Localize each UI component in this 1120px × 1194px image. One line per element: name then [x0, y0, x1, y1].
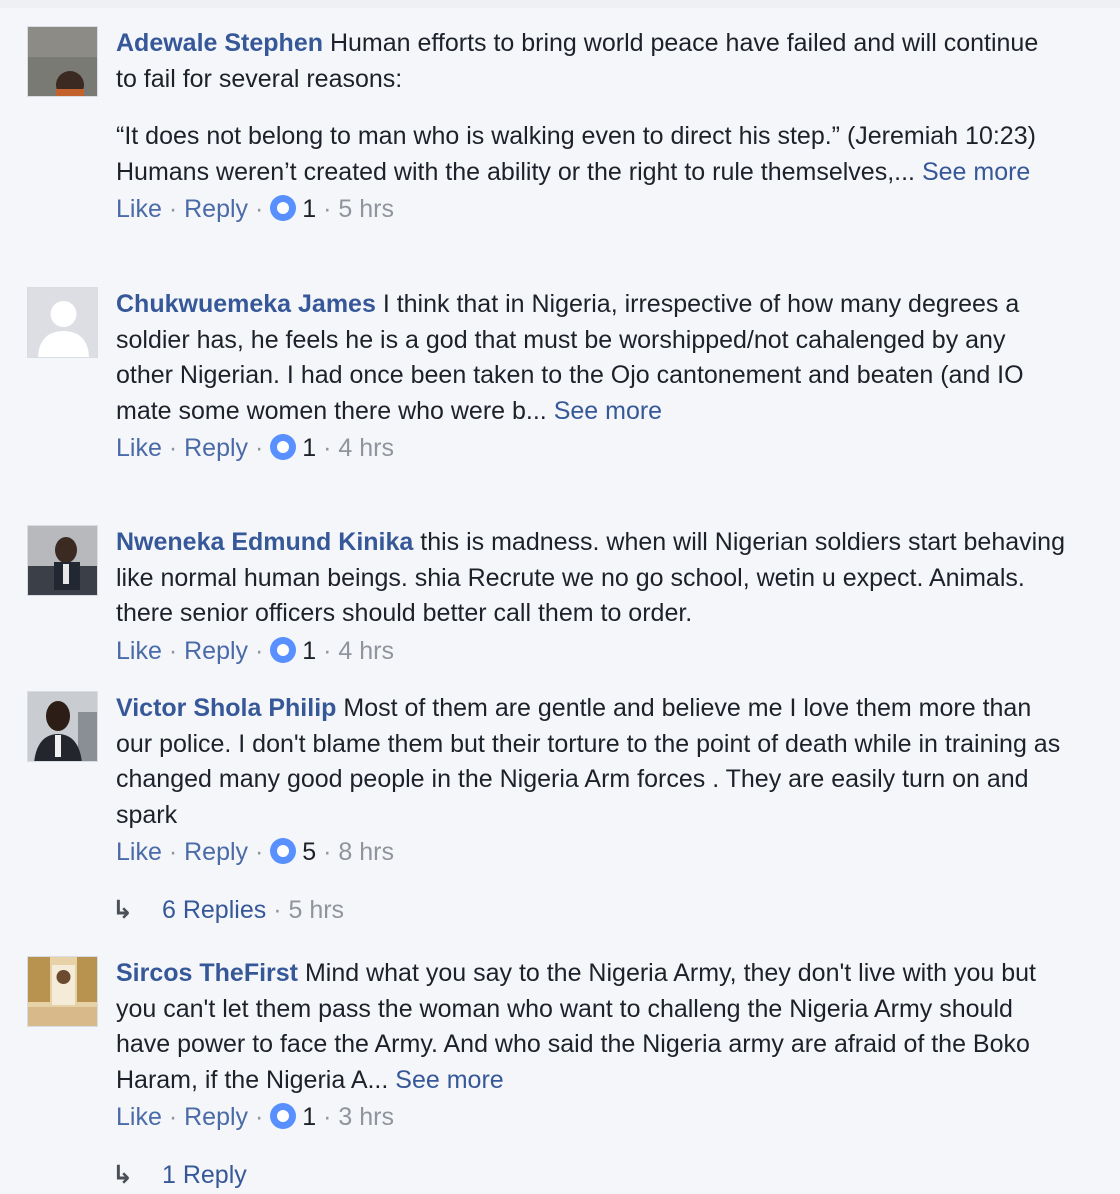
- separator: ·: [254, 195, 264, 224]
- reply-link[interactable]: Reply: [184, 637, 248, 665]
- like-link[interactable]: Like: [116, 1103, 162, 1131]
- like-reaction-icon[interactable]: [270, 636, 297, 663]
- separator: ·: [254, 636, 264, 665]
- comment-actions: Like · Reply · 1 · 3 hrs: [116, 1102, 1066, 1132]
- separator: ·: [168, 838, 178, 867]
- see-more-link[interactable]: See more: [554, 397, 662, 425]
- separator: ·: [323, 636, 332, 665]
- avatar[interactable]: [27, 956, 98, 1027]
- default-avatar-icon: [28, 288, 97, 357]
- reaction-count[interactable]: 1: [302, 434, 316, 462]
- comment-author[interactable]: Sircos TheFirst: [116, 959, 298, 987]
- comment-time[interactable]: 4 hrs: [338, 637, 394, 665]
- reply-link[interactable]: Reply: [184, 195, 248, 223]
- comment-author[interactable]: Chukwuemeka James: [116, 290, 376, 318]
- like-link[interactable]: Like: [116, 838, 162, 866]
- avatar[interactable]: [27, 287, 98, 358]
- comment-time[interactable]: 4 hrs: [338, 434, 394, 462]
- avatar-photo: [28, 27, 97, 96]
- separator: ·: [323, 838, 332, 867]
- like-link[interactable]: Like: [116, 195, 162, 223]
- separator: ·: [254, 838, 264, 867]
- like-reaction-icon[interactable]: [270, 1103, 297, 1130]
- reply-arrow-icon: ↳: [112, 896, 133, 924]
- comment-time[interactable]: 5 hrs: [338, 195, 394, 223]
- replies-time: 5 hrs: [288, 896, 345, 924]
- replies-count[interactable]: 1 Reply: [162, 1161, 247, 1189]
- reaction-count[interactable]: 5: [302, 838, 316, 866]
- separator: ·: [273, 896, 282, 924]
- comment-actions: Like · Reply · 5 · 8 hrs: [116, 837, 1066, 867]
- view-replies-link[interactable]: ↳ 1 Reply: [112, 1160, 247, 1190]
- reaction-count[interactable]: 1: [302, 637, 316, 665]
- like-reaction-icon[interactable]: [270, 434, 297, 461]
- comment-time[interactable]: 3 hrs: [338, 1103, 394, 1131]
- like-reaction-icon[interactable]: [270, 838, 297, 865]
- previous-content-edge: [0, 0, 1120, 8]
- comment-author[interactable]: Adewale Stephen: [116, 29, 323, 57]
- reply-arrow-icon: ↳: [112, 1161, 133, 1189]
- avatar-photo: [28, 957, 97, 1026]
- comment-text-continued: “It does not belong to man who is walkin…: [116, 122, 1036, 186]
- comment-author[interactable]: Victor Shola Philip: [116, 694, 336, 722]
- like-link[interactable]: Like: [116, 434, 162, 462]
- comment-actions: Like · Reply · 1 · 4 hrs: [116, 433, 1066, 463]
- separator: ·: [254, 434, 264, 463]
- comment-author[interactable]: Nweneka Edmund Kinika: [116, 528, 413, 556]
- reply-link[interactable]: Reply: [184, 838, 248, 866]
- separator: ·: [323, 434, 332, 463]
- separator: ·: [168, 1103, 178, 1132]
- avatar-photo: [28, 692, 97, 761]
- see-more-link[interactable]: See more: [922, 158, 1030, 186]
- avatar-photo: [28, 526, 97, 595]
- separator: ·: [323, 195, 332, 224]
- reaction-count[interactable]: 1: [302, 1103, 316, 1131]
- comment-actions: Like · Reply · 1 · 5 hrs: [116, 194, 1066, 224]
- like-reaction-icon[interactable]: [270, 195, 297, 222]
- view-replies-link[interactable]: ↳ 6 Replies · 5 hrs: [112, 895, 344, 925]
- comment-actions: Like · Reply · 1 · 4 hrs: [116, 636, 1066, 666]
- avatar[interactable]: [27, 26, 98, 97]
- separator: ·: [168, 195, 178, 224]
- separator: ·: [168, 434, 178, 463]
- reaction-count[interactable]: 1: [302, 195, 316, 223]
- separator: ·: [323, 1103, 332, 1132]
- reply-link[interactable]: Reply: [184, 1103, 248, 1131]
- separator: ·: [168, 636, 178, 665]
- avatar[interactable]: [27, 525, 98, 596]
- like-link[interactable]: Like: [116, 637, 162, 665]
- comment-time[interactable]: 8 hrs: [338, 838, 394, 866]
- avatar[interactable]: [27, 691, 98, 762]
- reply-link[interactable]: Reply: [184, 434, 248, 462]
- see-more-link[interactable]: See more: [395, 1066, 503, 1094]
- separator: ·: [254, 1103, 264, 1132]
- replies-count[interactable]: 6 Replies: [162, 896, 266, 924]
